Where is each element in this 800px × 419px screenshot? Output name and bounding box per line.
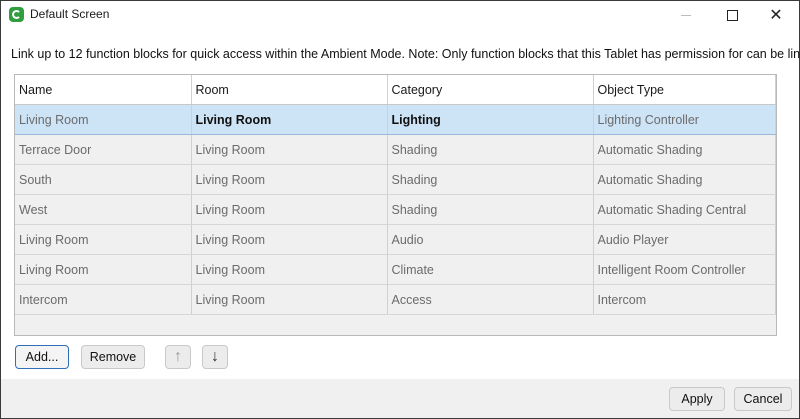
table-row[interactable]: South Living Room Shading Automatic Shad… [15,164,776,195]
cell-object-type: Intelligent Room Controller [593,254,776,285]
cell-object-type: Audio Player [593,224,776,255]
cell-name: Living Room [15,224,192,255]
cell-name: West [15,194,192,225]
cell-object-type: Intercom [593,284,776,315]
cell-object-type: Automatic Shading [593,164,776,195]
move-up-button[interactable]: ↑ [165,345,191,369]
add-button[interactable]: Add... [15,345,69,369]
dialog-footer: Apply Cancel [1,379,799,418]
column-header-object-type[interactable]: Object Type [593,75,776,105]
dialog-window: Default Screen ✕ Link up to 12 function … [0,0,800,419]
arrow-up-icon: ↑ [174,348,182,365]
app-logo-icon [9,7,24,22]
window-title: Default Screen [30,7,110,21]
table-row[interactable]: Living Room Living Room Audio Audio Play… [15,224,776,255]
move-down-button[interactable]: ↓ [202,345,228,369]
cell-room: Living Room [191,224,388,255]
cell-category: Shading [387,134,594,165]
table-row[interactable]: Living Room Living Room Climate Intellig… [15,254,776,285]
cell-object-type: Automatic Shading [593,134,776,165]
apply-button[interactable]: Apply [669,387,725,411]
instruction-text: Link up to 12 function blocks for quick … [11,47,800,61]
table-row[interactable]: Terrace Door Living Room Shading Automat… [15,134,776,165]
title-bar: Default Screen ✕ [1,1,799,29]
table-row[interactable]: Intercom Living Room Access Intercom [15,284,776,315]
cell-name: Intercom [15,284,192,315]
maximize-button[interactable] [709,1,755,29]
minimize-button[interactable] [663,1,709,29]
cell-category: Access [387,284,594,315]
cell-category: Climate [387,254,594,285]
cell-name: Living Room [15,254,192,285]
dialog-content: Link up to 12 function blocks for quick … [1,29,800,379]
minimize-icon [681,14,691,16]
function-blocks-table[interactable]: Name Room Category Object Type Living Ro… [14,74,777,336]
cell-room: Living Room [191,254,388,285]
cell-room: Living Room [191,104,388,135]
table-row-selected[interactable]: Living Room Living Room Lighting Lightin… [15,104,776,135]
close-icon: ✕ [769,7,783,24]
cell-room: Living Room [191,134,388,165]
cell-category: Audio [387,224,594,255]
cell-room: Living Room [191,194,388,225]
cell-name: Living Room [15,104,192,135]
column-header-name[interactable]: Name [15,75,192,105]
table-row[interactable]: West Living Room Shading Automatic Shadi… [15,194,776,225]
cell-room: Living Room [191,284,388,315]
cell-name: South [15,164,192,195]
cell-object-type: Automatic Shading Central [593,194,776,225]
maximize-icon [726,9,738,21]
close-button[interactable]: ✕ [753,1,799,29]
cell-object-type: Lighting Controller [593,104,776,135]
cell-category: Lighting [387,104,594,135]
table-header-row: Name Room Category Object Type [15,75,776,105]
column-header-category[interactable]: Category [387,75,594,105]
cell-category: Shading [387,194,594,225]
cancel-button[interactable]: Cancel [734,387,792,411]
remove-button[interactable]: Remove [81,345,145,369]
cell-category: Shading [387,164,594,195]
cell-name: Terrace Door [15,134,192,165]
column-header-room[interactable]: Room [191,75,388,105]
cell-room: Living Room [191,164,388,195]
arrow-down-icon: ↓ [211,348,219,365]
